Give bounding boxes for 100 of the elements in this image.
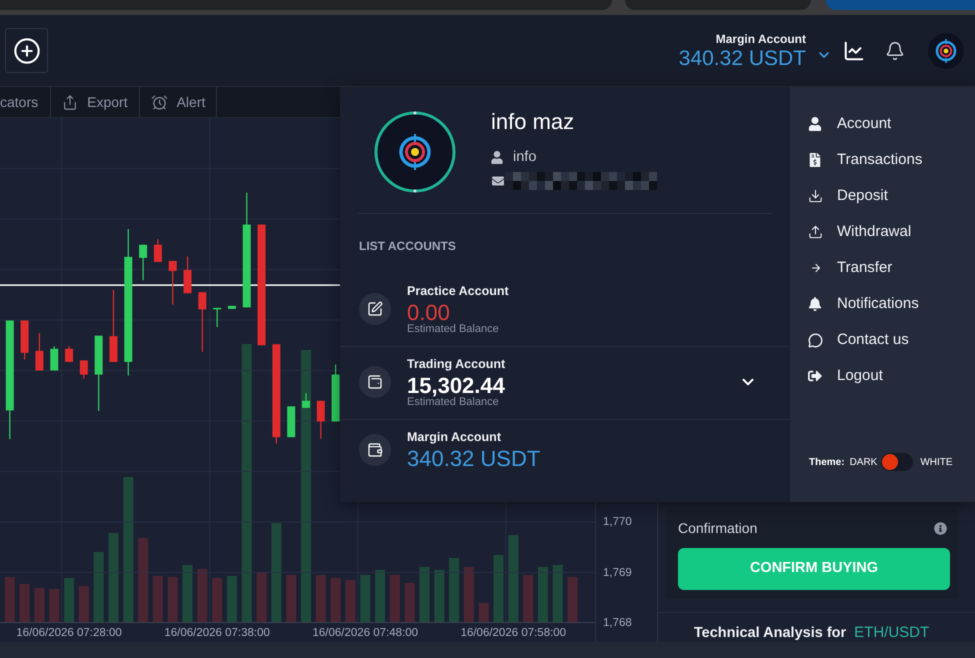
volume-bar [197, 569, 208, 622]
time-label: 16/06/2026 07:28:00 [16, 626, 122, 641]
account-balance: 0.00 [407, 302, 450, 324]
candle [154, 239, 162, 262]
theme-switch[interactable] [881, 453, 914, 471]
balance-label: Margin Account [716, 30, 806, 46]
theme-option: WHITE [920, 454, 953, 470]
candle [287, 406, 296, 438]
volume-bar [94, 552, 104, 622]
analysis-title: Technical Analysis for [694, 624, 846, 642]
user-icon [491, 150, 503, 164]
balance-note: Estimated Balance [407, 397, 499, 408]
volume-bar [256, 572, 267, 622]
balance-note: Estimated Balance [407, 324, 500, 335]
volume-bar [568, 577, 578, 622]
volume-bar [168, 577, 178, 622]
candle [332, 364, 340, 422]
confirmation-title: Confirmation [678, 520, 758, 536]
logout-icon [808, 369, 822, 383]
candle [20, 320, 29, 360]
pair-link[interactable]: ETH/USDT [854, 624, 930, 642]
mail-icon [491, 175, 505, 187]
line-chart-icon[interactable] [843, 40, 865, 62]
menu-link[interactable]: Account [790, 106, 975, 142]
price-label: 1,768 [603, 616, 632, 631]
download-icon [808, 188, 823, 204]
chat-bubble-icon [808, 332, 823, 348]
candle [50, 346, 58, 370]
volume-bar [419, 567, 430, 622]
menu-link[interactable]: Deposit [790, 178, 975, 214]
time-label: 16/06/2026 07:58:00 [460, 626, 566, 641]
invoice-icon [808, 153, 822, 167]
volume-bar [316, 575, 326, 622]
account-item[interactable]: Trading Account 15,302.44 Estimated Balance [340, 346, 790, 419]
volume-bar [226, 576, 237, 622]
account-balance: 340.32 USDT [407, 448, 540, 470]
toolbar-button[interactable]: Alert [140, 87, 218, 117]
upload-box-icon [62, 94, 78, 110]
volume-bar [286, 575, 296, 622]
volume-bar [552, 565, 563, 622]
volume-bar [449, 558, 460, 622]
candle [228, 306, 236, 309]
add-button[interactable] [5, 28, 48, 73]
toolbar-button[interactable]: Export [51, 87, 140, 117]
candle [139, 244, 148, 280]
account-item[interactable]: Margin Account 340.32 USDT [340, 419, 790, 502]
toolbar-button[interactable]: cators [0, 87, 52, 117]
candle [213, 308, 222, 328]
menu-link[interactable]: Transfer [790, 250, 975, 286]
username: info [513, 148, 536, 166]
plus-circle-icon [12, 36, 40, 64]
volume-bar [34, 588, 44, 622]
candle [302, 393, 310, 408]
candle [35, 333, 44, 370]
menu-link[interactable]: Contact us [790, 322, 975, 358]
balance-amount: 340.32 USDT [678, 46, 806, 70]
volume-bar [523, 575, 534, 622]
volume-bar [345, 580, 356, 622]
avatar-icon [374, 111, 456, 193]
account-item[interactable]: Practice Account 0.00 Estimated Balance [340, 270, 790, 346]
wallet-icon [359, 366, 391, 398]
avatar-icon[interactable] [928, 32, 964, 68]
volume-bar [49, 589, 60, 622]
candle [184, 256, 192, 294]
volume-bar [494, 555, 504, 622]
account-name: Trading Account [407, 356, 506, 372]
bell-icon[interactable] [885, 40, 905, 62]
account-balance: 15,302.44 [407, 375, 506, 397]
volume-bar [182, 565, 193, 622]
volume-bar [64, 578, 74, 622]
arrow-right-icon [810, 262, 822, 274]
volume-bar [330, 578, 341, 622]
volume-bar [434, 570, 444, 622]
theme-option: DARK [850, 454, 878, 470]
volume-bar [538, 567, 548, 622]
volume-bar [390, 575, 400, 622]
volume-bar [375, 570, 386, 622]
menu-link[interactable]: Logout [790, 358, 975, 394]
time-label: 16/06/2026 07:48:00 [312, 626, 418, 641]
volume-bar [404, 583, 415, 622]
candle [168, 260, 177, 305]
menu-link[interactable]: Withdrawal [790, 214, 975, 250]
wallet-icon [359, 434, 391, 466]
volume-bar [478, 603, 489, 622]
accounts-title: LIST ACCOUNTS [358, 238, 457, 254]
candle [80, 360, 88, 379]
theme-label: Theme: [809, 456, 845, 470]
candle [316, 400, 325, 439]
bell-icon [808, 297, 822, 311]
alarm-clock-icon [150, 94, 168, 110]
info-icon[interactable] [934, 522, 947, 534]
account-name: Practice Account [407, 283, 509, 299]
price-label: 1,769 [603, 566, 632, 580]
candle [198, 292, 206, 352]
upload-icon [808, 224, 823, 240]
volume-bar [212, 578, 222, 622]
volume-bar [20, 584, 30, 622]
menu-link[interactable]: Transactions [790, 142, 975, 178]
menu-link[interactable]: Notifications [790, 286, 975, 322]
edit-icon [359, 293, 391, 325]
